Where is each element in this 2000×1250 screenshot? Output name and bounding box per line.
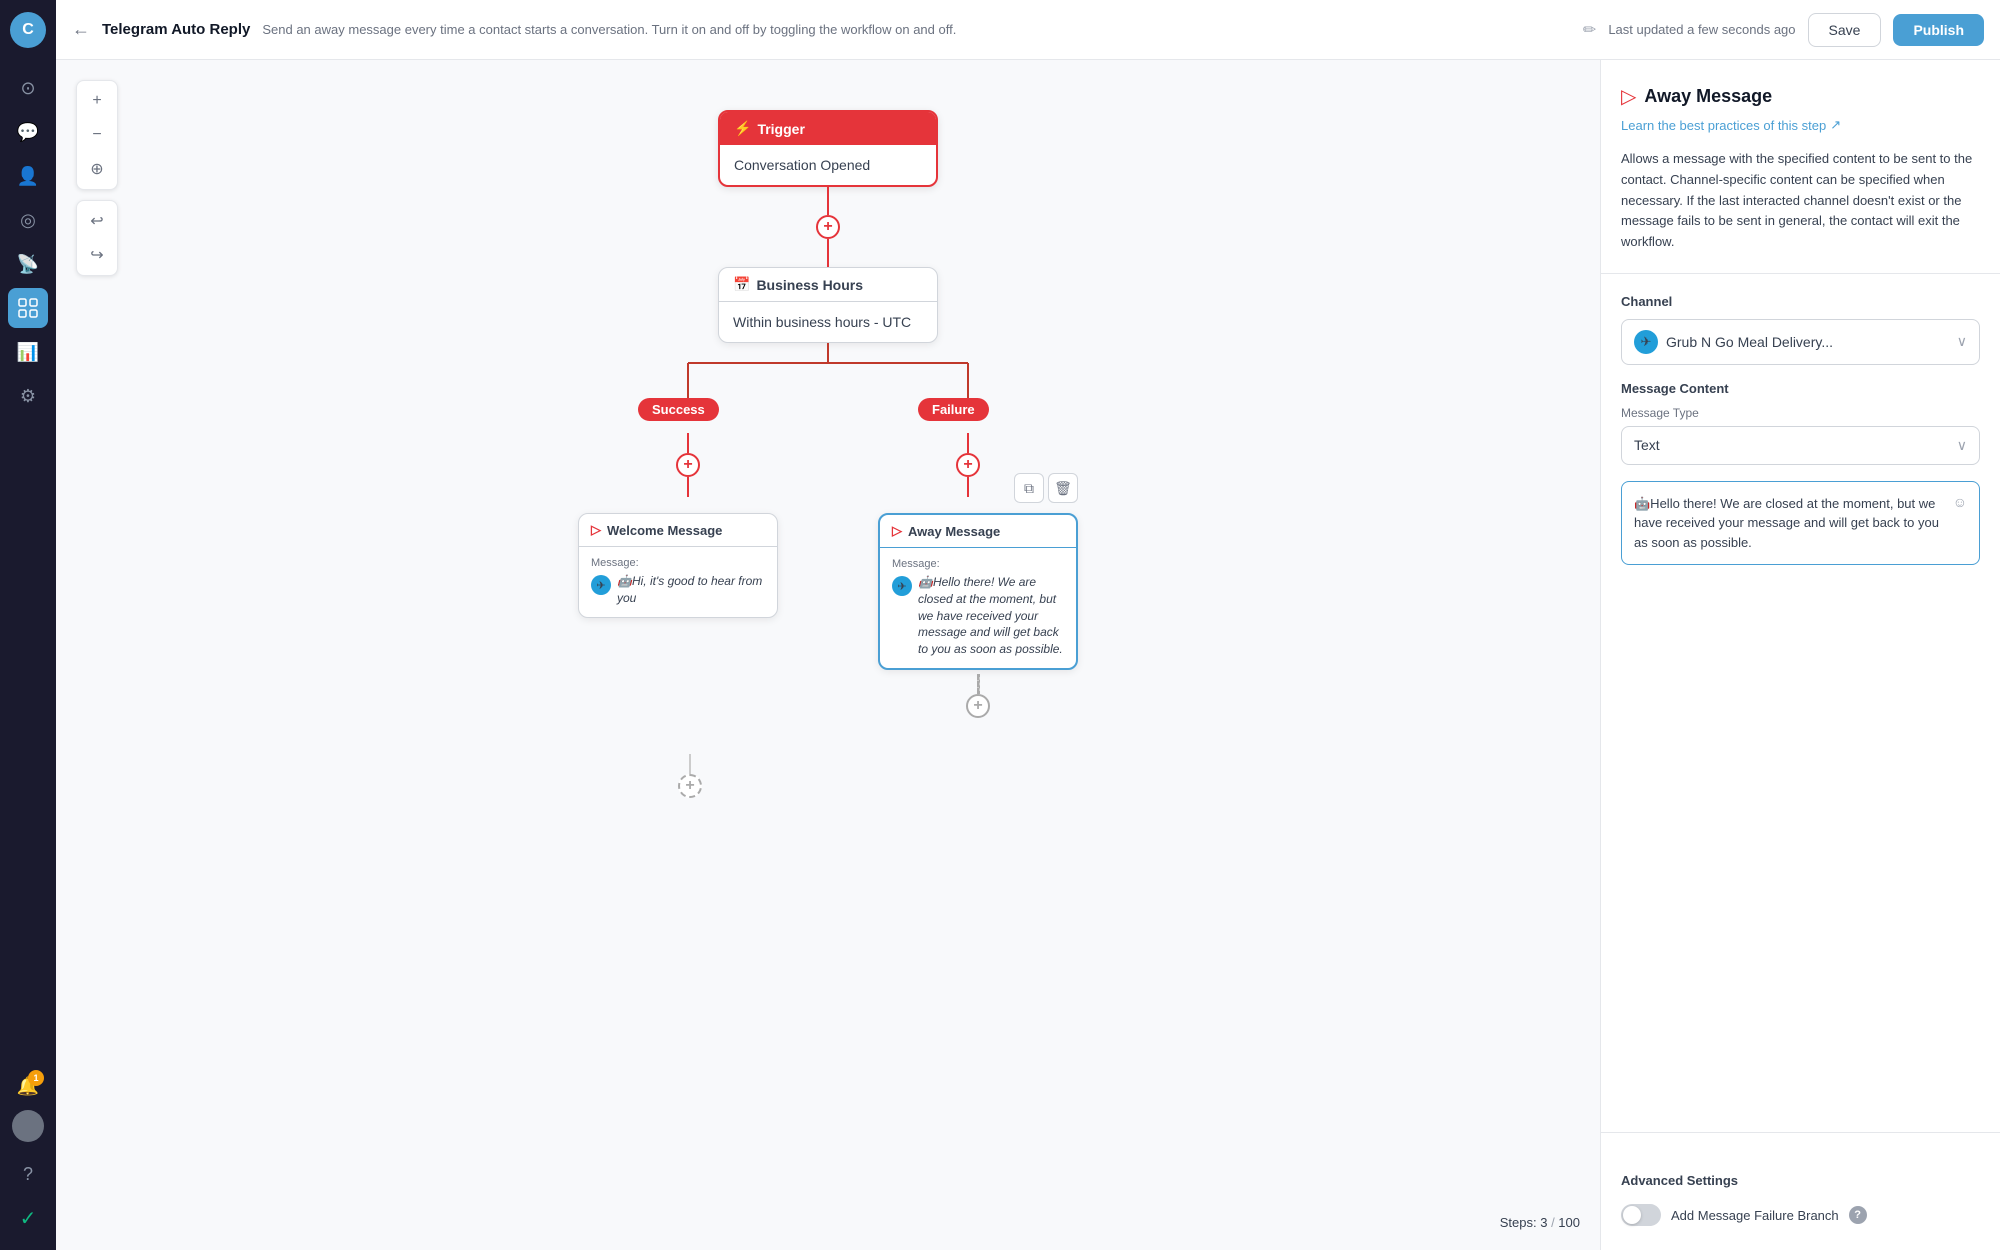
divider-2	[1601, 1132, 2000, 1133]
trigger-node[interactable]: ⚡ Trigger Conversation Opened	[718, 110, 938, 187]
panel-title: Away Message	[1644, 86, 1772, 107]
panel-description: Allows a message with the specified cont…	[1621, 149, 1980, 253]
fit-screen-button[interactable]: ⊕	[81, 153, 113, 185]
telegram-icon-welcome: ✈	[591, 575, 611, 595]
external-link-icon: ↗	[1830, 117, 1841, 133]
message-text: 🤖Hello there! We are closed at the momen…	[1634, 494, 1945, 553]
edit-icon[interactable]: ✏	[1583, 20, 1596, 40]
calendar-icon: 📅	[733, 276, 750, 293]
success-label: Success	[638, 398, 719, 421]
away-node-container: ⧉ 🗑 ▷ Away Message Message:	[878, 513, 1078, 718]
canvas-panel: + − ⊕ ↩ ↪ ⚡ Trigger Conversation Opened	[56, 60, 2000, 1250]
notification-badge: 1	[28, 1070, 44, 1086]
sidebar-item-notification[interactable]: 🔔 1	[8, 1066, 48, 1106]
divider-1	[1601, 273, 2000, 274]
telegram-channel-icon: ✈	[1634, 330, 1658, 354]
sidebar-item-chat[interactable]: 💬	[8, 112, 48, 152]
chevron-down-icon: ∨	[1957, 333, 1967, 350]
right-panel: ▷ Away Message Learn the best practices …	[1600, 60, 2000, 1250]
away-message-node[interactable]: ▷ Away Message Message: ✈ 🤖Hello there! …	[878, 513, 1078, 670]
sidebar-item-contacts[interactable]: 👤	[8, 156, 48, 196]
node-actions: ⧉ 🗑	[1014, 473, 1078, 503]
business-hours-header: 📅 Business Hours	[719, 268, 937, 302]
main-area: ← Telegram Auto Reply Send an away messa…	[56, 0, 2000, 1250]
welcome-message-body: Message: ✈ 🤖Hi, it's good to hear from y…	[579, 547, 777, 617]
failure-branch-label: Add Message Failure Branch	[1671, 1208, 1839, 1223]
channel-select[interactable]: ✈ Grub N Go Meal Delivery... ∨	[1621, 319, 1980, 365]
learn-best-practices-link[interactable]: Learn the best practices of this step ↗	[1621, 117, 1980, 133]
failure-branch-row: Add Message Failure Branch ?	[1621, 1204, 1980, 1226]
delete-node-button[interactable]: 🗑	[1048, 473, 1078, 503]
add-failure-step[interactable]: +	[956, 433, 980, 497]
header: ← Telegram Auto Reply Send an away messa…	[56, 0, 2000, 60]
channel-value: Grub N Go Meal Delivery...	[1666, 334, 1833, 350]
user-avatar	[12, 1110, 44, 1142]
sidebar-item-reports[interactable]: 📊	[8, 332, 48, 372]
failure-label: Failure	[918, 398, 989, 421]
welcome-node-container: ▷ Welcome Message Message: ✈ 🤖Hi, it's g…	[578, 513, 778, 718]
publish-button[interactable]: Publish	[1893, 14, 1984, 46]
panel-icon: ▷	[1621, 84, 1636, 109]
away-message-body: Message: ✈ 🤖Hello there! We are closed a…	[880, 548, 1076, 668]
add-success-step[interactable]: +	[676, 433, 700, 497]
telegram-icon-away: ✈	[892, 576, 912, 596]
panel-header: ▷ Away Message	[1621, 84, 1980, 109]
header-description: Send an away message every time a contac…	[262, 22, 1567, 37]
advanced-settings-title: Advanced Settings	[1621, 1173, 1980, 1188]
left-sidebar: C ⊙ 💬 👤 ◎ 📡 📊 ⚙ 🔔 1 ? ✓	[0, 0, 56, 1250]
sidebar-item-broadcast[interactable]: 📡	[8, 244, 48, 284]
welcome-message-node[interactable]: ▷ Welcome Message Message: ✈ 🤖Hi, it's g…	[578, 513, 778, 618]
page-title: Telegram Auto Reply	[102, 21, 250, 38]
undo-button[interactable]: ↩	[81, 205, 113, 237]
back-button[interactable]: ←	[72, 19, 90, 40]
business-hours-node[interactable]: 📅 Business Hours Within business hours -…	[718, 267, 938, 343]
sidebar-item-target[interactable]: ◎	[8, 200, 48, 240]
zoom-in-button[interactable]: +	[81, 85, 113, 117]
failure-branch-toggle[interactable]	[1621, 1204, 1661, 1226]
send-icon: ▷	[591, 522, 601, 538]
copy-node-button[interactable]: ⧉	[1014, 473, 1044, 503]
trigger-icon: ⚡	[734, 120, 751, 137]
connector-line-1	[827, 187, 829, 215]
channel-section-title: Channel	[1621, 294, 1980, 309]
connector-line-2	[827, 239, 829, 267]
advanced-settings: Advanced Settings Add Message Failure Br…	[1621, 1153, 1980, 1226]
sidebar-item-dashboard[interactable]: ⊙	[8, 68, 48, 108]
save-button[interactable]: Save	[1808, 13, 1882, 47]
sidebar-item-check[interactable]: ✓	[8, 1198, 48, 1238]
add-step-button-1[interactable]: +	[816, 215, 840, 239]
sidebar-item-workflow[interactable]	[8, 288, 48, 328]
help-icon[interactable]: ?	[1849, 1206, 1867, 1224]
avatar: C	[10, 12, 46, 48]
send-icon-away: ▷	[892, 523, 902, 539]
away-message-header: ▷ Away Message	[880, 515, 1076, 548]
zoom-out-button[interactable]: −	[81, 119, 113, 151]
welcome-message-header: ▷ Welcome Message	[579, 514, 777, 547]
canvas-undo-toolbar: ↩ ↪	[76, 200, 118, 276]
emoji-button[interactable]: ☺	[1953, 494, 1967, 510]
trigger-body: Conversation Opened	[720, 145, 936, 185]
message-content-section: Message Content	[1621, 381, 1980, 396]
redo-button[interactable]: ↪	[81, 239, 113, 271]
add-after-welcome[interactable]: +	[678, 754, 702, 798]
last-updated: Last updated a few seconds ago	[1608, 22, 1795, 37]
message-type-value: Text	[1634, 437, 1660, 453]
message-content-area: 🤖Hello there! We are closed at the momen…	[1621, 481, 1980, 566]
message-type-label: Message Type	[1621, 406, 1980, 420]
chevron-down-icon-2: ∨	[1957, 437, 1967, 454]
trigger-header: ⚡ Trigger	[720, 112, 936, 145]
business-hours-body: Within business hours - UTC	[719, 302, 937, 342]
message-box[interactable]: 🤖Hello there! We are closed at the momen…	[1621, 481, 1980, 566]
sidebar-item-help[interactable]: ?	[8, 1154, 48, 1194]
toggle-knob	[1623, 1206, 1641, 1224]
message-type-select[interactable]: Text ∨	[1621, 426, 1980, 465]
sidebar-item-settings[interactable]: ⚙	[8, 376, 48, 416]
canvas[interactable]: + − ⊕ ↩ ↪ ⚡ Trigger Conversation Opened	[56, 60, 1600, 1250]
steps-indicator: Steps: 3 / 100	[1500, 1215, 1580, 1230]
canvas-toolbar: + − ⊕	[76, 80, 118, 190]
